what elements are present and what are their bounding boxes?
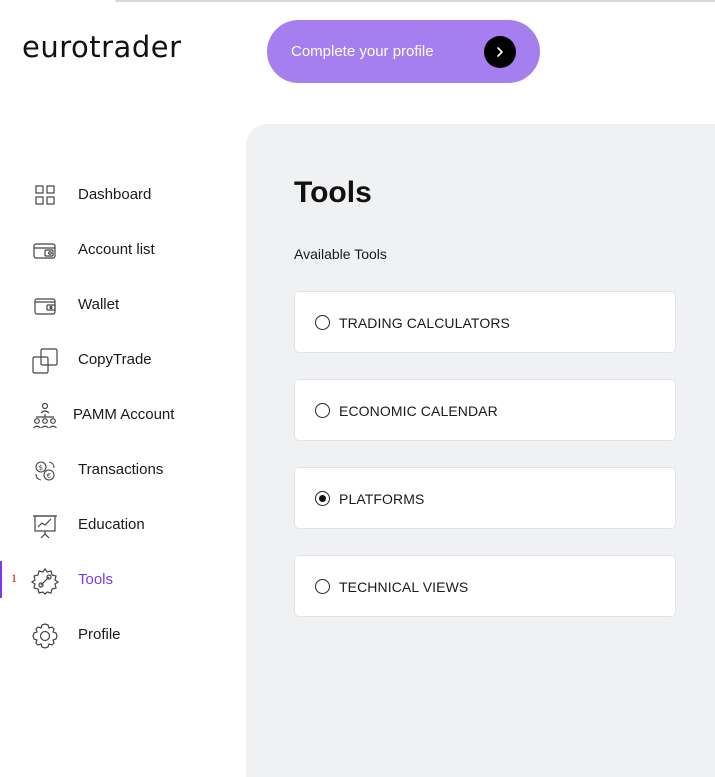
sidebar-item-pamm-account[interactable]: PAMM Account [0, 388, 245, 443]
presentation-chart-icon [30, 511, 60, 541]
wallet-icon [30, 291, 60, 321]
sidebar-item-label: Tools [78, 571, 114, 588]
sidebar-item-transactions[interactable]: $ € Transactions [0, 443, 245, 498]
tool-option-label: TECHNICAL VIEWS [339, 579, 469, 595]
currency-exchange-icon: $ € [30, 456, 60, 486]
sidebar-item-label: PAMM Account [73, 406, 175, 423]
sidebar-item-dashboard[interactable]: Dashboard [0, 168, 245, 223]
sidebar-item-label: Education [78, 516, 145, 533]
tool-option-trading-calculators[interactable]: TRADING CALCULATORS [294, 291, 676, 353]
section-subtitle: Available Tools [294, 246, 387, 262]
svg-text:$: $ [39, 464, 43, 472]
pamm-hierarchy-icon [30, 401, 60, 431]
sidebar-item-label: Wallet [78, 296, 120, 313]
chevron-right-icon [484, 36, 516, 68]
radio-button[interactable] [315, 403, 330, 418]
radio-button[interactable] [315, 315, 330, 330]
sidebar-nav: Dashboard Account list Wallet CopyTrade [0, 168, 245, 663]
account-card-icon [30, 236, 60, 266]
tool-option-label: TRADING CALCULATORS [339, 315, 510, 331]
copy-icon [30, 346, 60, 376]
svg-text:€: € [47, 472, 51, 480]
sidebar-item-education[interactable]: Education [0, 498, 245, 553]
sidebar-item-profile[interactable]: Profile [0, 608, 245, 663]
tool-option-economic-calendar[interactable]: ECONOMIC CALENDAR [294, 379, 676, 441]
complete-profile-label: Complete your profile [291, 43, 434, 60]
sidebar-item-label: CopyTrade [78, 351, 152, 368]
active-indicator [0, 561, 2, 598]
sidebar-item-label: Profile [78, 626, 121, 643]
tool-option-label: ECONOMIC CALENDAR [339, 403, 498, 419]
radio-button-selected[interactable] [315, 491, 330, 506]
tool-option-platforms[interactable]: PLATFORMS [294, 467, 676, 529]
complete-profile-button[interactable]: Complete your profile [267, 20, 540, 83]
brand-logo[interactable]: eurotrader [22, 30, 182, 64]
tool-option-technical-views[interactable]: TECHNICAL VIEWS [294, 555, 676, 617]
tool-option-label: PLATFORMS [339, 491, 425, 507]
annotation-marker-1: 1 [11, 571, 17, 585]
profile-gear-icon [30, 621, 60, 651]
sidebar-item-account-list[interactable]: Account list [0, 223, 245, 278]
radio-button[interactable] [315, 579, 330, 594]
grid-icon [30, 181, 60, 211]
browser-top-edge [0, 0, 715, 8]
sidebar-item-label: Transactions [78, 461, 164, 478]
tools-gear-icon [30, 566, 60, 596]
sidebar-item-tools[interactable]: Tools [0, 553, 245, 608]
sidebar-item-wallet[interactable]: Wallet [0, 278, 245, 333]
page-title: Tools [294, 176, 372, 209]
sidebar-item-copytrade[interactable]: CopyTrade [0, 333, 245, 388]
top-divider [115, 0, 715, 2]
tools-panel: Tools Available Tools TRADING CALCULATOR… [246, 124, 715, 777]
sidebar-item-label: Dashboard [78, 186, 152, 203]
sidebar-item-label: Account list [78, 241, 155, 258]
